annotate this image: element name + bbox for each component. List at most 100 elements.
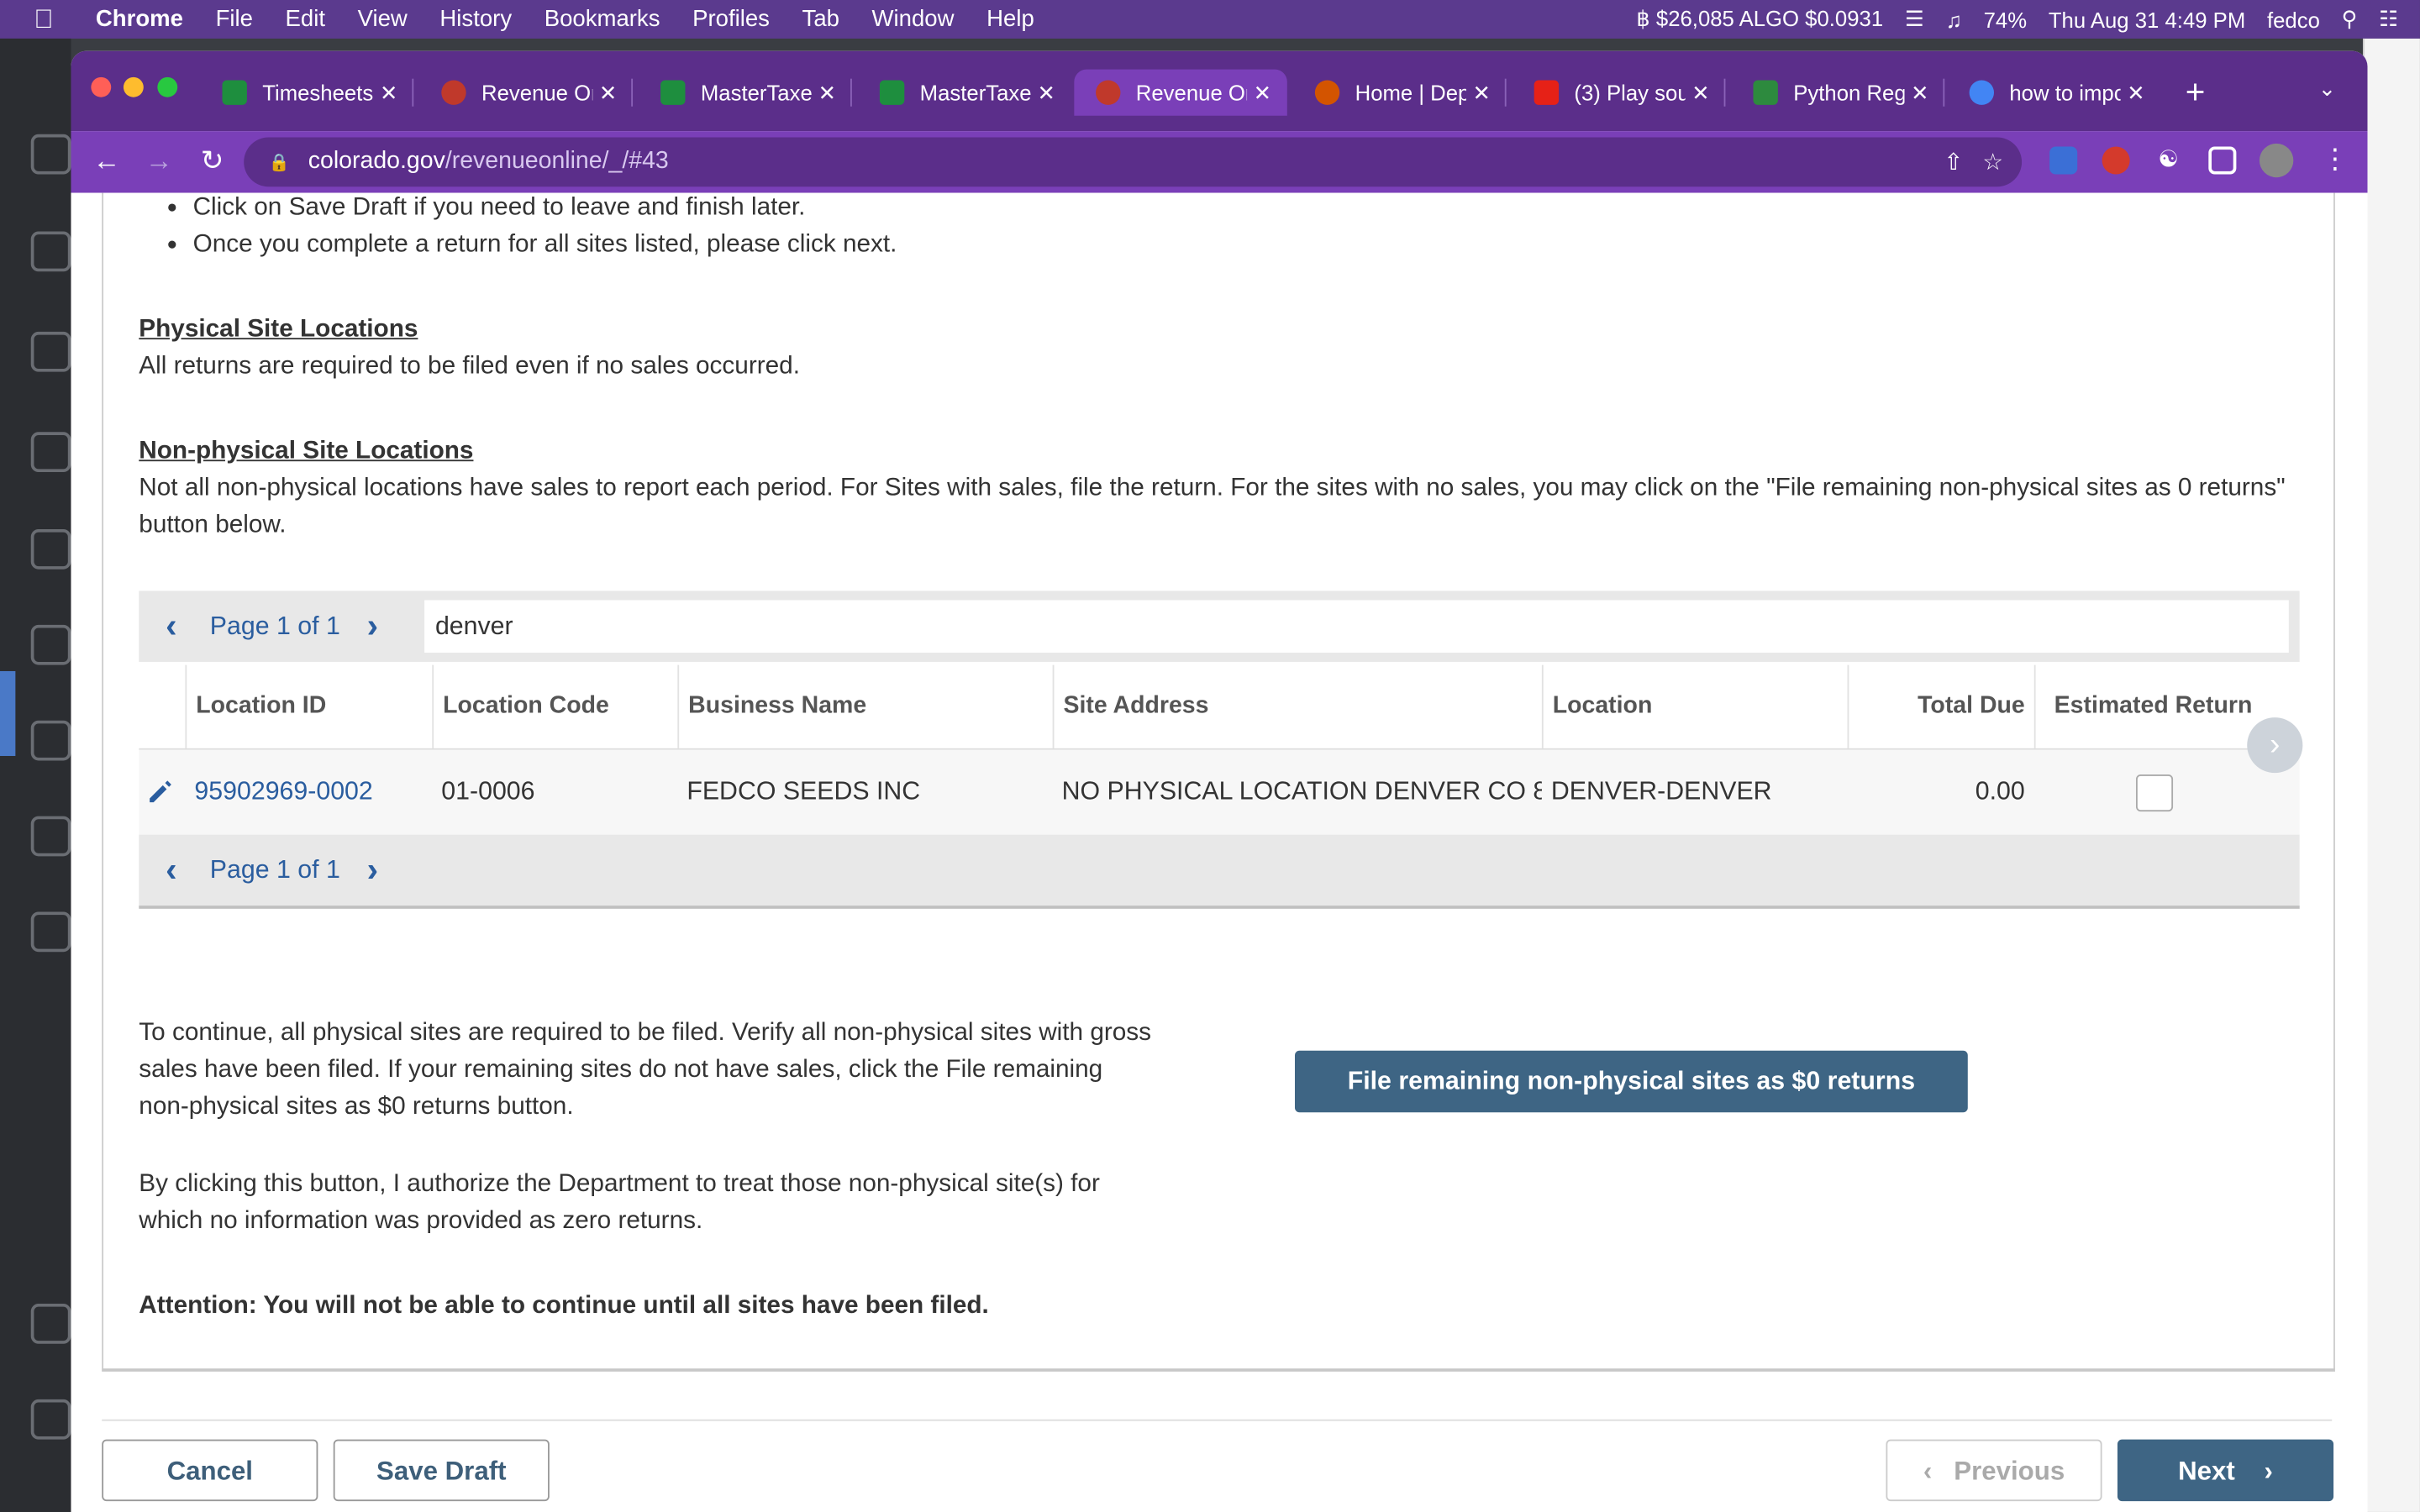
maximize-window-button[interactable] — [157, 76, 178, 97]
tab-title: how to import — [2009, 80, 2120, 105]
menu-file[interactable]: File — [216, 6, 253, 32]
cancel-button[interactable]: Cancel — [102, 1439, 318, 1502]
account-icon — [30, 1304, 71, 1344]
reload-icon[interactable]: ↻ — [201, 145, 224, 178]
menu-history[interactable]: History — [439, 6, 512, 32]
grid-search-input[interactable] — [424, 600, 2289, 653]
column-header-location-code[interactable]: Location Code — [432, 664, 677, 748]
column-header-location[interactable]: Location — [1541, 664, 1848, 748]
previous-button[interactable]: ‹ Previous — [1886, 1439, 2102, 1502]
next-button[interactable]: Next › — [2117, 1439, 2334, 1502]
prev-page-chevron-icon[interactable]: ‹ — [148, 850, 194, 890]
tab-search-chevron-icon[interactable]: ⌄ — [2318, 76, 2337, 102]
tab-separator — [412, 78, 414, 107]
tab-title: Home | Department — [1355, 80, 1466, 105]
menu-help[interactable]: Help — [986, 6, 1034, 32]
apple-icon[interactable]:  — [34, 4, 61, 35]
wifi-icon[interactable]: ☰ — [1905, 6, 1924, 32]
tab-4-active[interactable]: Revenue Online ✕ — [1074, 69, 1287, 116]
tab-6[interactable]: (3) Play sound ✕ — [1512, 70, 1726, 116]
extensions-puzzle-icon[interactable]: ☯ — [2154, 146, 2182, 174]
next-page-chevron-icon[interactable]: › — [350, 850, 396, 890]
save-draft-button[interactable]: Save Draft — [333, 1439, 550, 1502]
adblock-extension-icon[interactable] — [2102, 146, 2130, 175]
tab-7[interactable]: Python Regex ✕ — [1732, 70, 1945, 116]
column-header-total-due[interactable]: Total Due — [1847, 664, 2034, 748]
bitwarden-extension-icon[interactable] — [2049, 146, 2078, 175]
menu-view[interactable]: View — [358, 6, 408, 32]
tab-3[interactable]: MasterTaxes ✕ — [858, 70, 1071, 116]
column-header-business-name[interactable]: Business Name — [677, 664, 1052, 748]
github-icon — [30, 816, 71, 857]
tab-1[interactable]: Revenue Online ✕ — [420, 70, 634, 116]
address-bar[interactable]: 🔒 colorado.gov/revenueonline/_/#43 ⇧ ☆ — [244, 137, 2023, 187]
table-row: 95902969-0002 01-0006 FEDCO SEEDS INC NO… — [139, 749, 2300, 835]
remote-icon — [30, 528, 71, 570]
colorado-favicon-icon — [441, 80, 466, 105]
sites-grid: ‹ Page 1 of 1 › Location ID Location Cod… — [139, 591, 2303, 909]
column-header-location-id[interactable]: Location ID — [185, 664, 432, 748]
cell-location-id[interactable]: 95902969-0002 — [185, 750, 432, 835]
menu-profiles[interactable]: Profiles — [692, 6, 770, 32]
source-control-icon — [30, 231, 71, 272]
tab-separator — [1504, 78, 1507, 107]
close-tab-icon[interactable]: ✕ — [373, 80, 404, 106]
profile-avatar[interactable] — [2259, 143, 2294, 178]
share-and-bookmark-star-icon[interactable]: ⇧ ☆ — [1944, 148, 2003, 176]
tab-8[interactable]: how to import ✕ — [1948, 70, 2160, 116]
back-arrow-icon[interactable]: ← — [92, 145, 120, 178]
browser-window: Timesheets ✕ Revenue Online ✕ MasterTaxe… — [71, 50, 2368, 1512]
tab-0[interactable]: Timesheets ✕ — [201, 70, 414, 116]
close-tab-icon[interactable]: ✕ — [592, 80, 623, 106]
tab-2[interactable]: MasterTaxes ✕ — [639, 70, 852, 116]
crypto-ticker[interactable]: ฿ $26,085 ALGO $0.0931 — [1636, 6, 1883, 32]
close-tab-icon[interactable]: ✕ — [812, 80, 843, 106]
testing-icon — [30, 624, 71, 665]
lock-icon[interactable]: 🔒 — [269, 152, 290, 172]
tab-separator — [850, 78, 852, 107]
close-window-button[interactable] — [91, 76, 112, 97]
returns-panel: Click on Save Draft if you need to leave… — [102, 192, 2335, 1372]
location-id-link[interactable]: 95902969-0002 — [194, 778, 372, 806]
close-tab-icon[interactable]: ✕ — [1031, 80, 1062, 106]
forward-arrow-icon[interactable]: → — [145, 145, 173, 178]
close-tab-icon[interactable]: ✕ — [2121, 80, 2152, 106]
menu-window[interactable]: Window — [872, 6, 955, 32]
menu-app-name[interactable]: Chrome — [96, 6, 183, 32]
sheets-favicon-icon — [879, 80, 905, 105]
chrome-menu-kebab-icon[interactable]: ⋮ — [2321, 144, 2349, 176]
estimated-return-checkbox[interactable] — [2135, 774, 2174, 812]
side-panel-icon[interactable] — [2208, 146, 2237, 175]
authorization-text: By clicking this button, I authorize the… — [139, 1169, 1100, 1235]
url-host: colorado.gov — [308, 148, 445, 175]
close-tab-icon[interactable]: ✕ — [1686, 80, 1717, 106]
tab-separator — [631, 78, 634, 107]
prev-page-chevron-icon[interactable]: ‹ — [148, 606, 194, 647]
nonphysical-sites-text: Not all non-physical locations have sale… — [139, 473, 2286, 539]
nonphysical-sites-heading: Non-physical Site Locations — [139, 436, 474, 465]
new-tab-plus-icon[interactable]: + — [2186, 72, 2206, 113]
edit-pencil-icon[interactable] — [145, 776, 176, 807]
youtube-favicon-icon — [1534, 80, 1560, 105]
volume-icon[interactable]: ♫ — [1946, 7, 1962, 31]
battery-status[interactable]: 74% — [1984, 7, 2027, 31]
scroll-right-chevron-icon[interactable]: › — [2247, 717, 2303, 774]
chevron-right-icon: › — [2234, 1456, 2273, 1486]
tab-title: Timesheets — [262, 80, 374, 105]
next-page-chevron-icon[interactable]: › — [350, 606, 396, 647]
menu-user[interactable]: fedco — [2267, 7, 2320, 31]
column-header-site-address[interactable]: Site Address — [1052, 664, 1542, 748]
close-tab-icon[interactable]: ✕ — [1247, 80, 1278, 106]
docker-icon — [30, 911, 71, 953]
close-tab-icon[interactable]: ✕ — [1466, 80, 1497, 106]
file-zero-returns-button[interactable]: File remaining non-physical sites as $0 … — [1294, 1050, 1968, 1113]
menu-edit[interactable]: Edit — [286, 6, 325, 32]
spotlight-search-icon[interactable]: ⚲ — [2342, 6, 2358, 32]
tab-5[interactable]: Home | Department ✕ — [1293, 70, 1507, 116]
menu-tab[interactable]: Tab — [802, 6, 839, 32]
close-tab-icon[interactable]: ✕ — [1904, 80, 1935, 106]
control-center-icon[interactable]: ☷ — [2379, 6, 2398, 32]
minimize-window-button[interactable] — [123, 76, 144, 97]
menu-bookmarks[interactable]: Bookmarks — [544, 6, 660, 32]
menu-clock[interactable]: Thu Aug 31 4:49 PM — [2049, 7, 2245, 31]
